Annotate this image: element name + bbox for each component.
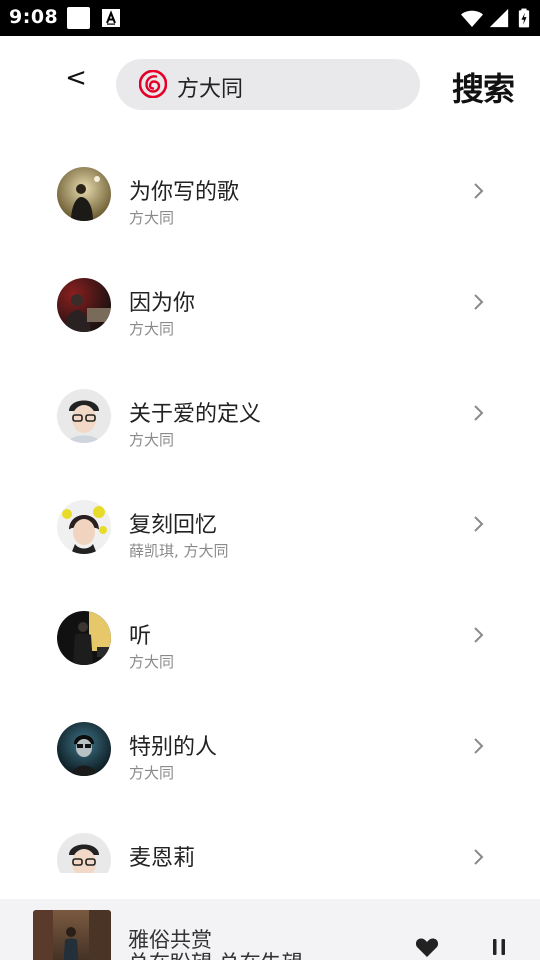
- cell-signal-icon: [489, 8, 509, 28]
- chevron-right-icon: [474, 738, 484, 754]
- song-item[interactable]: 特别的人 方大同: [0, 691, 540, 802]
- song-artist: 薛凯琪, 方大同: [129, 542, 229, 560]
- search-button[interactable]: 搜索: [452, 64, 515, 110]
- song-title: 复刻回忆: [129, 513, 218, 538]
- status-bar: 9:08: [0, 0, 540, 36]
- song-item[interactable]: 听 方大同: [0, 580, 540, 691]
- now-playing-lyric: 总在盼望 总在失望: [128, 947, 303, 960]
- song-cover: [57, 500, 111, 554]
- song-list: 为你写的歌 方大同 因为你 方大同 关于爱的定义 方大同 复刻回忆 薛凯琪, 方…: [0, 136, 540, 873]
- song-item[interactable]: 麦恩莉: [0, 802, 540, 873]
- song-title: 为你写的歌: [129, 180, 240, 205]
- song-artist: 方大同: [129, 431, 175, 449]
- chevron-right-icon: [474, 627, 484, 643]
- chevron-right-icon: [474, 405, 484, 421]
- song-cover: [57, 167, 111, 221]
- heart-icon[interactable]: [415, 936, 439, 958]
- mini-player[interactable]: 雅俗共赏 总在盼望 总在失望: [0, 899, 540, 960]
- chevron-right-icon: [474, 183, 484, 199]
- song-title: 麦恩莉: [129, 846, 196, 871]
- song-title: 因为你: [129, 291, 196, 316]
- now-playing-cover: [33, 910, 111, 960]
- back-button[interactable]: <: [58, 60, 94, 96]
- song-cover: [57, 611, 111, 665]
- song-cover: [57, 278, 111, 332]
- song-cover: [57, 389, 111, 443]
- song-artist: 方大同: [129, 653, 175, 671]
- chevron-right-icon: [474, 849, 484, 865]
- song-title: 听: [129, 624, 152, 649]
- chevron-right-icon: [474, 294, 484, 310]
- status-time: 9:08: [9, 6, 59, 28]
- notification-square-icon: [67, 7, 90, 29]
- song-cover: [57, 833, 111, 873]
- wifi-icon: [461, 10, 483, 27]
- search-header: < 方大同 搜索: [0, 36, 540, 136]
- search-query[interactable]: 方大同: [177, 71, 243, 103]
- song-artist: 方大同: [129, 320, 175, 338]
- song-title: 关于爱的定义: [129, 402, 262, 427]
- netease-music-logo-icon: [139, 70, 167, 98]
- search-input[interactable]: 方大同: [116, 59, 420, 110]
- song-item[interactable]: 复刻回忆 薛凯琪, 方大同: [0, 469, 540, 580]
- pause-icon[interactable]: [490, 938, 508, 956]
- song-item[interactable]: 关于爱的定义 方大同: [0, 358, 540, 469]
- song-item[interactable]: 因为你 方大同: [0, 247, 540, 358]
- notification-a-icon: [102, 9, 120, 27]
- song-title: 特别的人: [129, 735, 218, 760]
- song-artist: 方大同: [129, 764, 175, 782]
- battery-charging-icon: [518, 8, 530, 28]
- song-cover: [57, 722, 111, 776]
- song-artist: 方大同: [129, 209, 175, 227]
- chevron-right-icon: [474, 516, 484, 532]
- song-item[interactable]: 为你写的歌 方大同: [0, 136, 540, 247]
